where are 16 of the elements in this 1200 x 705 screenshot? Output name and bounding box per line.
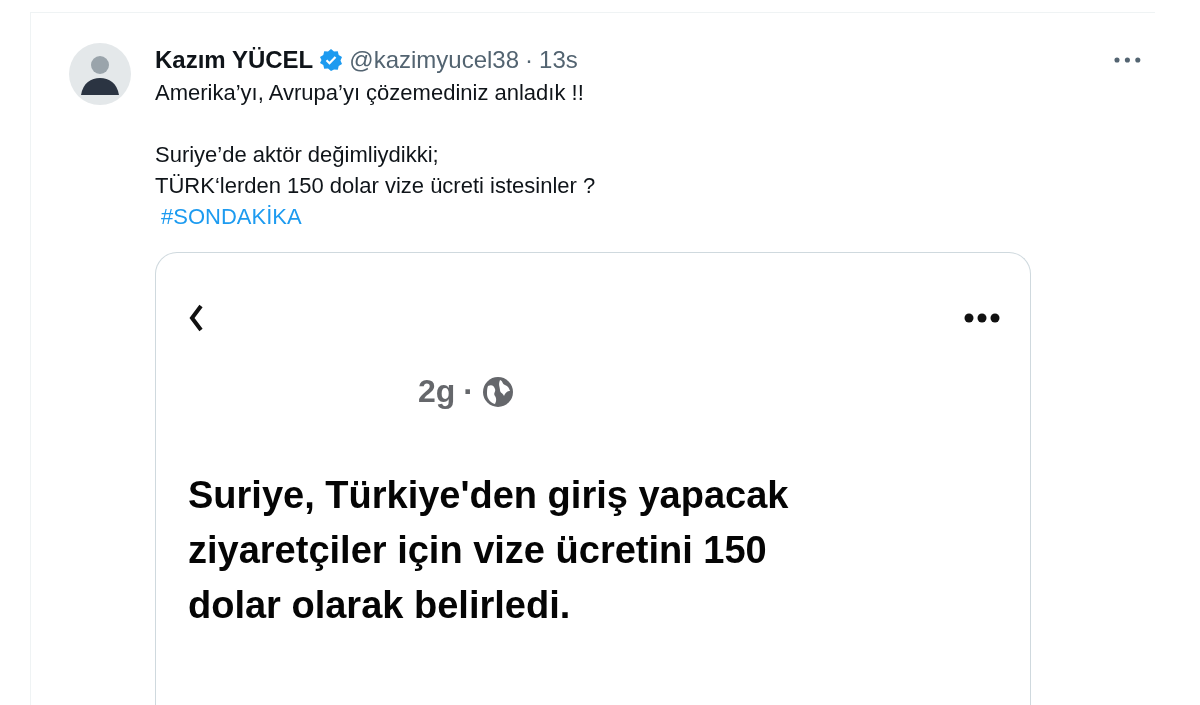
author-handle[interactable]: @kazimyucel38 [349, 46, 520, 74]
headline-text: Suriye, Türkiye'den giriş yapacak ziyaretçiler için vize ücretini 150 dolar olarak belirledi. [188, 473, 790, 628]
author-name[interactable]: Kazım YÜCEL [155, 46, 314, 74]
post-time[interactable]: 13s [539, 46, 578, 74]
separator-dot: · [525, 46, 534, 74]
back-chevron-icon [188, 303, 204, 333]
avatar-placeholder[interactable] [69, 43, 131, 105]
globe-icon [482, 375, 514, 408]
more-icon[interactable] [964, 313, 1000, 323]
tweet-text: Suriye’de aktör değimliydikki; [155, 141, 440, 169]
tweet-text: TÜRK‘lerden 150 dolar vize ücreti istesinler ? [155, 172, 597, 200]
embedded-image-card[interactable]: 2g · Suriye, Türkiye'den giriş yapacak ziyaretçiler için vize ücretini 150 dolar olarak belirledi. [155, 252, 1031, 705]
post-age: 2g [418, 373, 456, 410]
separator-dot: · [463, 373, 474, 410]
more-icon[interactable] [1113, 56, 1142, 64]
tweet-text: Amerika’yı, Avrupa’yı çözemediniz anladık !! [155, 79, 585, 107]
